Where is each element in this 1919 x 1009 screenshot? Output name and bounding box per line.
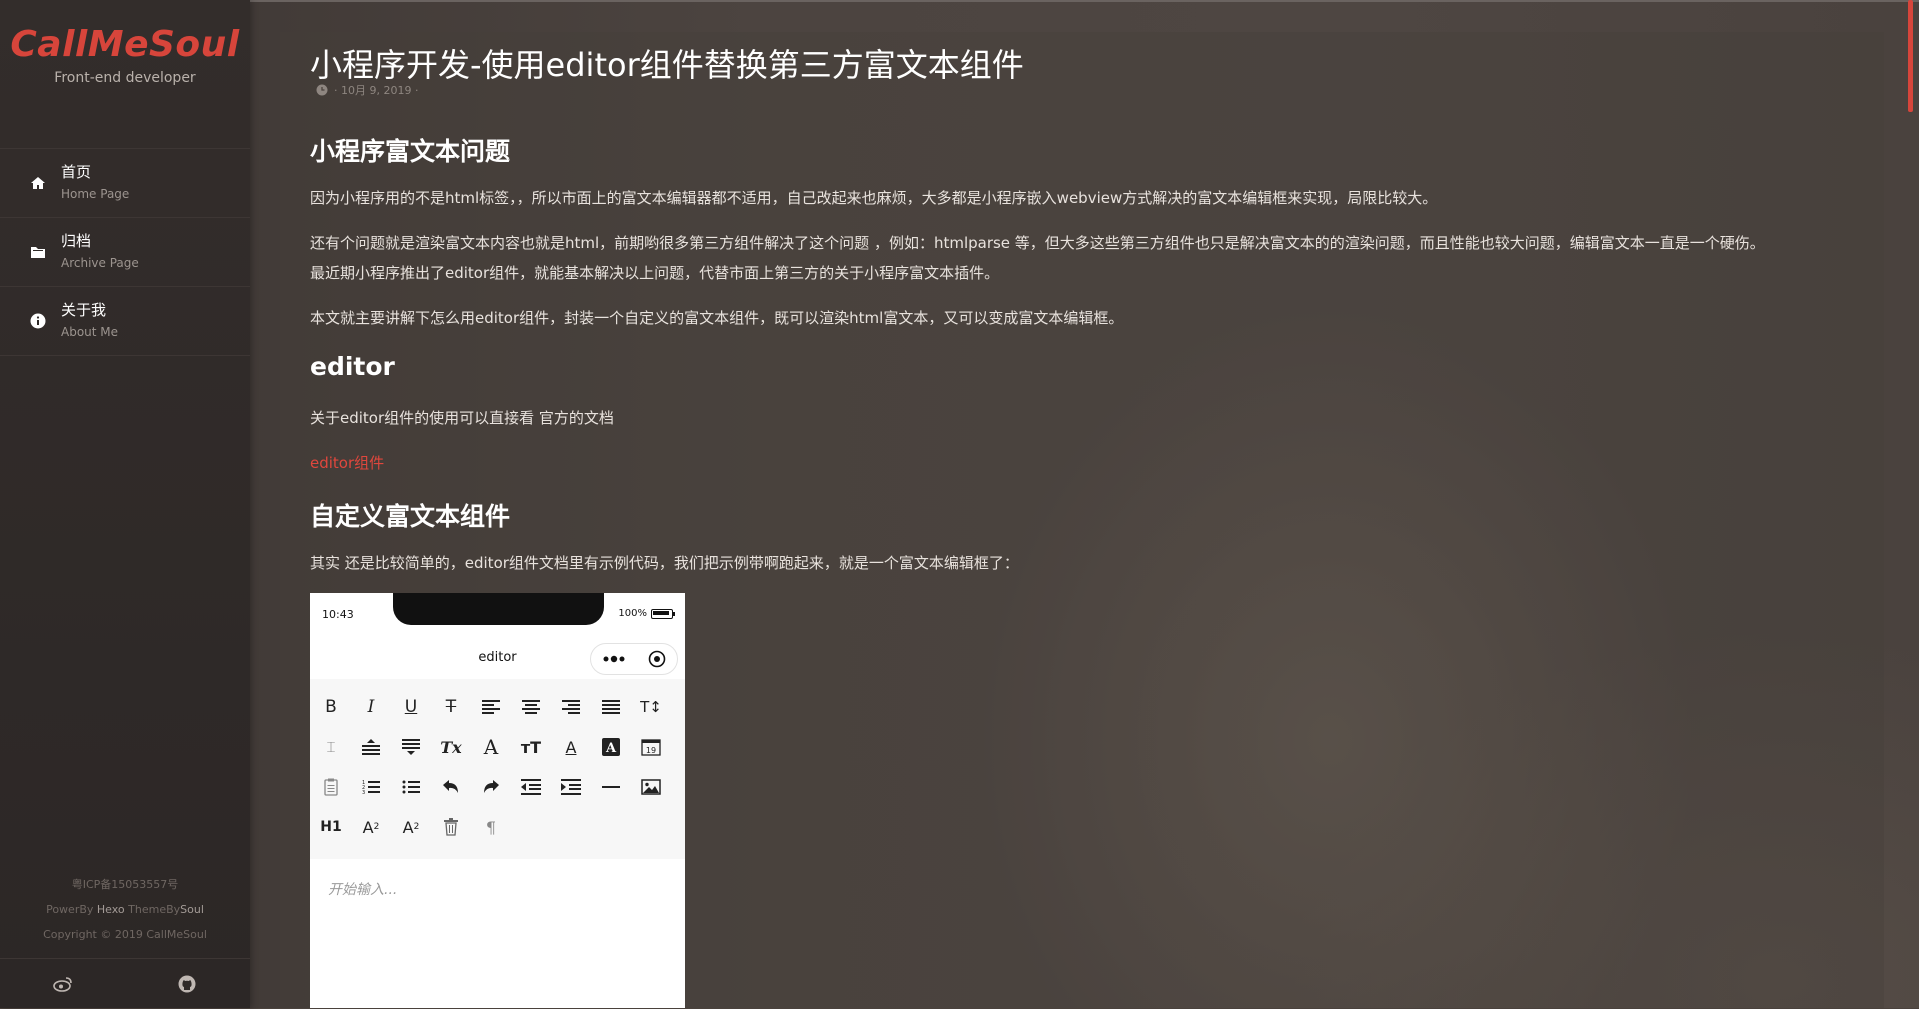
paragraph-2a: 还有个问题就是渲染富文本内容也就是html，前期哟很多第三方组件解决了这个问题 …	[310, 234, 1765, 252]
icp-text[interactable]: 粤ICP备15053557号	[0, 872, 250, 897]
paragraph-1: 因为小程序用的不是html标签，，所以市面上的富文本编辑器都不适用，自己改起来也…	[310, 189, 1438, 207]
bullet-list-icon	[397, 773, 425, 801]
copyright-text: Copyright © 2019 CallMeSoul	[43, 928, 207, 941]
battery-icon	[651, 608, 675, 619]
info-icon	[30, 313, 46, 329]
font-size-icon: T↕	[640, 698, 662, 716]
svg-text:A: A	[605, 741, 617, 756]
sidebar-item-sublabel: Home Page	[61, 187, 130, 201]
font-family-icon: A	[483, 735, 499, 759]
more-icon	[603, 655, 625, 663]
sidebar-footer: 粤ICP备15053557号 PowerBy Hexo ThemeBySoul …	[0, 872, 250, 947]
text-size-icon: тT	[520, 737, 542, 757]
space-after-icon	[397, 733, 425, 761]
clock-icon	[316, 84, 328, 96]
site-logo[interactable]: CallMeSoul	[0, 24, 250, 65]
sidebar-item-label: 归档	[61, 232, 92, 250]
hexo-link[interactable]: Hexo	[97, 903, 125, 916]
editor-toolbar: B I U T T↕ ⌶ Tx A тT A A 19 1 2 3 H1 A 2…	[310, 679, 685, 859]
github-icon[interactable]	[176, 973, 198, 995]
folder-icon	[30, 244, 46, 260]
clear-format-icon: Tx	[440, 737, 462, 757]
sidebar-item-sublabel: Archive Page	[61, 256, 139, 270]
heading-editor: editor	[310, 352, 395, 381]
sidebar: CallMeSoul Front-end developer 首页 Home P…	[0, 0, 250, 1008]
battery-percent: 100%	[618, 608, 647, 619]
sidebar-item-label: 首页	[61, 163, 92, 181]
align-right-icon	[557, 693, 585, 721]
subscript-icon: A2	[362, 817, 380, 837]
paragraph-icon: ¶	[485, 817, 497, 837]
align-justify-icon	[597, 693, 625, 721]
svg-text:19: 19	[646, 746, 656, 755]
close-target-icon	[648, 650, 666, 668]
phone-time: 10:43	[322, 608, 354, 621]
article-title: 小程序开发-使用editor组件替换第三方富文本组件	[310, 46, 1024, 84]
background-color-icon: A	[597, 733, 625, 761]
site-tagline: Front-end developer	[54, 70, 196, 86]
align-center-icon	[517, 693, 545, 721]
sidebar-item-sublabel: About Me	[61, 325, 119, 339]
phone-notch	[393, 593, 604, 625]
paragraph-4: 关于editor组件的使用可以直接看 官方的文档	[310, 409, 614, 427]
sidebar-nav: 首页 Home Page 归档 Archive Page 关于我 About M…	[0, 148, 250, 356]
sidebar-item-home[interactable]: 首页 Home Page	[0, 149, 250, 218]
text-color-icon: A	[565, 737, 577, 757]
article-meta: · 10月 9, 2019 ·	[316, 82, 418, 98]
powered-by-text: PowerBy Hexo ThemeBySoul	[0, 897, 250, 922]
paragraph-2b: 最近期小程序推出了editor组件，就能基本解决以上问题，代替市面上第三方的关于…	[310, 264, 1000, 282]
strikethrough-icon: T	[445, 697, 457, 717]
paragraph-3: 本文就主要讲解下怎么用editor组件，封装一个自定义的富文本组件，既可以渲染h…	[310, 309, 1124, 327]
calendar-icon: 19	[637, 733, 665, 761]
paragraph-5: 其实 还是比较简单的，editor组件文档里有示例代码，我们把示例带啊跑起来，就…	[310, 554, 1019, 572]
editor-content-area: 开始输入...	[310, 867, 685, 1008]
sidebar-item-archive[interactable]: 归档 Archive Page	[0, 218, 250, 287]
sidebar-item-label: 关于我	[61, 301, 107, 319]
indent-icon	[557, 773, 585, 801]
delete-icon	[437, 813, 465, 841]
home-icon	[30, 175, 46, 191]
underline-icon: U	[404, 697, 418, 717]
heading1-icon: H1	[320, 819, 342, 835]
article-date: · 10月 9, 2019 ·	[334, 84, 419, 97]
top-border	[0, 0, 1919, 2]
bold-icon: B	[325, 697, 337, 717]
sidebar-item-about[interactable]: 关于我 About Me	[0, 287, 250, 356]
editor-doc-link[interactable]: editor组件	[310, 448, 384, 478]
miniprogram-capsule	[590, 643, 678, 675]
editor-placeholder: 开始输入...	[328, 882, 398, 898]
superscript-icon: A2	[402, 817, 420, 837]
redo-icon	[477, 773, 505, 801]
social-links	[0, 958, 250, 1009]
undo-icon	[437, 773, 465, 801]
phone-nav-bar: editor	[310, 637, 685, 679]
line-height-icon: ⌶	[326, 738, 336, 756]
soul-theme-link[interactable]: Soul	[180, 903, 204, 916]
italic-icon: I	[367, 697, 375, 717]
ordered-list-icon: 123	[357, 773, 385, 801]
heading-intro: 小程序富文本问题	[310, 137, 511, 166]
image-icon	[637, 773, 665, 801]
space-before-icon	[357, 733, 385, 761]
phone-battery: 100%	[618, 608, 675, 619]
align-left-icon	[477, 693, 505, 721]
powered-by-label: PowerBy	[46, 903, 94, 916]
scroll-indicator[interactable]	[1908, 0, 1913, 112]
clipboard-icon	[317, 773, 345, 801]
horizontal-rule-icon	[597, 773, 625, 801]
outdent-icon	[517, 773, 545, 801]
weibo-icon[interactable]	[52, 973, 74, 995]
editor-demo-screenshot: 10:43 100% editor B I U T T↕ ⌶ Tx A тT A…	[310, 593, 685, 1008]
svg-text:3: 3	[362, 790, 365, 795]
phone-status-bar: 10:43 100%	[310, 593, 685, 637]
heading-custom: 自定义富文本组件	[310, 502, 511, 531]
theme-by-label: ThemeBy	[128, 903, 181, 916]
